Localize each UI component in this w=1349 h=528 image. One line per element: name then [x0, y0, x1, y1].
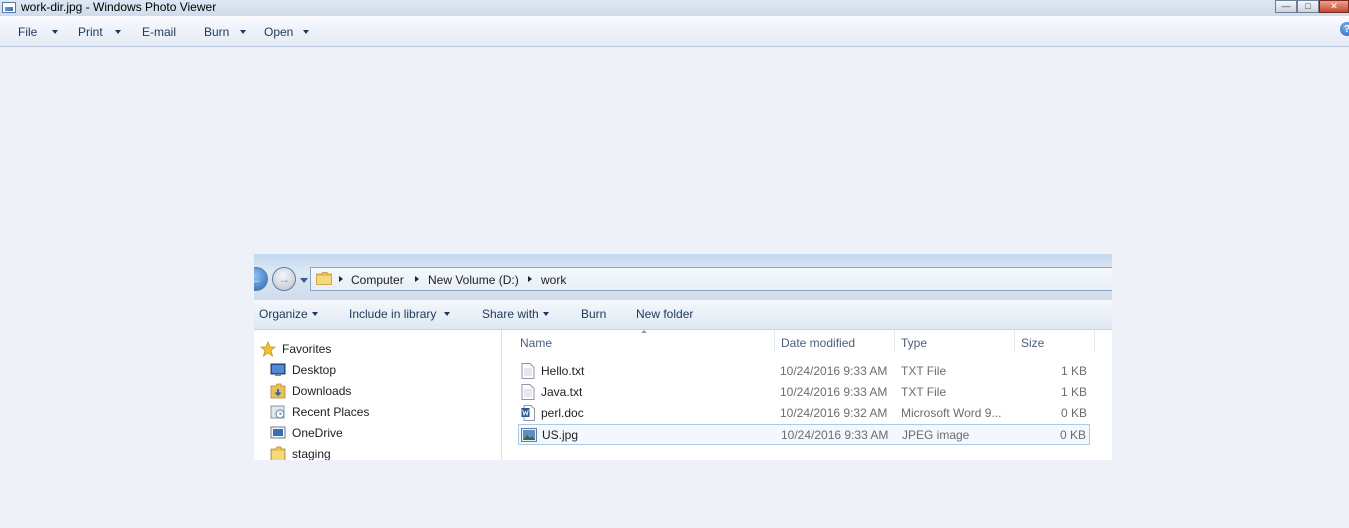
burn-dropdown-icon[interactable] [240, 30, 246, 34]
nav-label: Desktop [292, 363, 337, 377]
organize-dropdown-icon[interactable] [312, 312, 318, 316]
file-name: US.jpg [542, 428, 579, 442]
close-icon[interactable]: ✕ [1319, 0, 1349, 13]
file-date: 10/24/2016 9:33 AM [780, 364, 888, 378]
file-row[interactable]: Hello.txt 10/24/2016 9:33 AM TXT File 1 … [518, 361, 1090, 382]
breadcrumb-computer[interactable]: Computer [351, 273, 404, 287]
menu-burn[interactable]: Burn [204, 25, 229, 39]
print-dropdown-icon[interactable] [115, 30, 121, 34]
file-date: 10/24/2016 9:33 AM [780, 385, 888, 399]
column-header-name[interactable]: Name [520, 336, 552, 350]
nav-item-downloads[interactable]: Downloads [270, 382, 351, 400]
file-date: 10/24/2016 9:32 AM [780, 406, 888, 420]
folder-icon [270, 446, 286, 460]
nav-item-staging[interactable]: staging [270, 445, 331, 460]
organize-button[interactable]: Organize [259, 307, 308, 321]
nav-label: staging [292, 447, 331, 460]
file-type: JPEG image [902, 428, 970, 442]
nav-item-onedrive[interactable]: OneDrive [270, 424, 343, 442]
file-name: Java.txt [541, 385, 583, 399]
file-size: 1 KB [1060, 364, 1087, 378]
maximize-icon[interactable]: □ [1297, 0, 1319, 13]
new-folder-button[interactable]: New folder [636, 307, 693, 321]
explorer-command-bar: Organize Include in library Share with B… [254, 300, 1112, 330]
title-bar: work-dir.jpg - Windows Photo Viewer — □ … [0, 0, 1349, 16]
column-divider[interactable] [894, 330, 895, 352]
folder-icon [316, 272, 332, 285]
file-name: perl.doc [541, 406, 584, 420]
share-with-button[interactable]: Share with [482, 307, 539, 321]
favorites-label: Favorites [282, 342, 332, 356]
text-file-icon [521, 384, 535, 400]
breadcrumb-separator-icon[interactable] [415, 276, 419, 282]
jpeg-image-icon [521, 428, 537, 442]
column-divider[interactable] [1094, 330, 1095, 352]
recent-places-icon [270, 405, 285, 419]
text-file-icon [521, 363, 535, 379]
column-header-date-modified[interactable]: Date modified [781, 336, 855, 350]
navigation-pane: Favorites Desktop Downloads Recent Place… [254, 330, 502, 460]
open-dropdown-icon[interactable] [303, 30, 309, 34]
file-name: Hello.txt [541, 364, 585, 378]
column-divider[interactable] [1014, 330, 1015, 352]
minimize-icon[interactable]: — [1275, 0, 1297, 13]
nav-label: Recent Places [292, 405, 370, 419]
file-size: 0 KB [1059, 428, 1086, 442]
file-dropdown-icon[interactable] [52, 30, 58, 34]
breadcrumb-separator-icon[interactable] [528, 276, 532, 282]
recent-pages-dropdown-icon[interactable] [300, 278, 308, 283]
file-type: TXT File [901, 385, 947, 399]
back-arrow-icon[interactable]: ← [254, 267, 268, 291]
nav-item-desktop[interactable]: Desktop [270, 361, 336, 379]
help-icon[interactable]: ? [1340, 22, 1349, 36]
onedrive-icon [270, 426, 286, 439]
downloads-folder-icon [270, 383, 286, 399]
file-size: 1 KB [1060, 385, 1087, 399]
breadcrumb-new-volume[interactable]: New Volume (D:) [428, 273, 519, 287]
file-size: 0 KB [1060, 406, 1087, 420]
file-date: 10/24/2016 9:33 AM [781, 428, 889, 442]
nav-label: OneDrive [292, 426, 343, 440]
sort-indicator-icon [641, 330, 647, 333]
file-list-pane: Name Date modified Type Size Hello.txt 1… [502, 330, 1112, 460]
file-row[interactable]: perl.doc 10/24/2016 9:32 AM Microsoft Wo… [518, 403, 1090, 424]
file-type: Microsoft Word 9... [901, 406, 1002, 420]
menu-print[interactable]: Print [78, 25, 103, 39]
menu-open[interactable]: Open [264, 25, 293, 39]
column-header-size[interactable]: Size [1021, 336, 1044, 350]
include-in-library-button[interactable]: Include in library [349, 307, 436, 321]
word-document-icon [521, 405, 535, 421]
nav-item-recent-places[interactable]: Recent Places [270, 403, 369, 421]
menu-file[interactable]: File [18, 25, 37, 39]
column-header-type[interactable]: Type [901, 336, 927, 350]
breadcrumb-work[interactable]: work [541, 273, 566, 287]
breadcrumb-separator-icon[interactable] [339, 276, 343, 282]
column-divider[interactable] [774, 330, 775, 352]
desktop-icon [270, 363, 286, 376]
window-controls: — □ ✕ [1275, 0, 1349, 13]
file-type: TXT File [901, 364, 947, 378]
burn-button[interactable]: Burn [581, 307, 606, 321]
menu-email[interactable]: E-mail [142, 25, 176, 39]
menu-bar: File Print E-mail Burn Open [0, 16, 1349, 47]
forward-arrow-icon[interactable]: → [272, 267, 296, 291]
file-row[interactable]: Java.txt 10/24/2016 9:33 AM TXT File 1 K… [518, 382, 1090, 403]
window-title: work-dir.jpg - Windows Photo Viewer [21, 0, 217, 14]
file-row-selected[interactable]: US.jpg 10/24/2016 9:33 AM JPEG image 0 K… [518, 424, 1090, 445]
favorites-header[interactable]: Favorites [260, 340, 331, 358]
share-dropdown-icon[interactable] [543, 312, 549, 316]
address-bar[interactable]: Computer New Volume (D:) work [310, 267, 1112, 291]
nav-label: Downloads [292, 384, 352, 398]
library-dropdown-icon[interactable] [444, 312, 450, 316]
photo-viewer-app-icon [2, 2, 16, 13]
explorer-nav-bar: ← → Computer New Volume (D:) work [254, 254, 1112, 300]
displayed-photo-explorer-window: ← → Computer New Volume (D:) work Organi… [254, 254, 1112, 460]
star-icon [260, 341, 276, 357]
